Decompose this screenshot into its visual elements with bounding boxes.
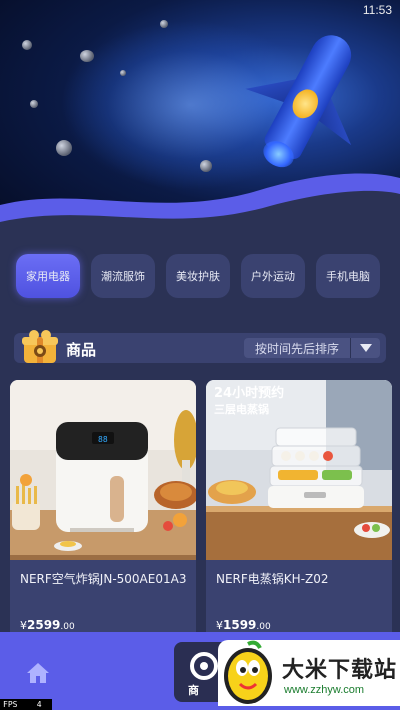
section-header: 商品 按时间先后排序: [14, 330, 386, 363]
air-fryer-image: 88: [10, 380, 196, 560]
asteroid: [22, 40, 32, 50]
watermark: 大米下载站 www.zzhyw.com: [218, 640, 400, 706]
price-integer: 2599: [27, 618, 61, 632]
svg-text:88: 88: [98, 435, 108, 444]
nav-center-label: 商: [188, 683, 199, 697]
fps-counter: FPS 4: [0, 699, 52, 710]
fps-label: FPS: [3, 700, 18, 709]
rice-logo-icon: [224, 640, 272, 704]
product-grid: 88 NERF空气炸锅JN-500AE01A3 ¥2599.00 24小时预约 …: [10, 380, 392, 640]
steamer-image: 24小时预约 三层电蒸锅: [206, 380, 392, 560]
product-card[interactable]: 88 NERF空气炸锅JN-500AE01A3 ¥2599.00: [10, 380, 196, 640]
price-decimal: .00: [256, 622, 271, 632]
section-title: 商品: [66, 341, 97, 359]
asteroid: [120, 70, 126, 76]
image-headline-1: 24小时预约: [214, 385, 284, 401]
status-time: 11:53: [362, 3, 392, 17]
watermark-url: www.zzhyw.com: [284, 684, 365, 696]
tab-beauty[interactable]: 美妆护肤: [166, 254, 230, 298]
product-name: NERF电蒸锅KH-Z02: [216, 572, 329, 586]
price-decimal: .00: [60, 622, 75, 632]
tab-outdoor[interactable]: 户外运动: [241, 254, 305, 298]
price-symbol: ¥: [216, 619, 223, 632]
product-card[interactable]: 24小时预约 三层电蒸锅 NERF电蒸锅KH-Z02 ¥1599.00: [206, 380, 392, 640]
image-headline-2: 三层电蒸锅: [214, 402, 269, 416]
price-integer: 1599: [223, 618, 257, 632]
gift-box-icon: [22, 330, 58, 363]
tab-electronics[interactable]: 手机电脑: [316, 254, 380, 298]
product-price: ¥1599.00: [216, 618, 271, 632]
watermark-title: 大米下载站: [282, 658, 398, 683]
fps-value: 4: [36, 700, 42, 709]
product-name: NERF空气炸锅JN-500AE01A3: [20, 572, 187, 586]
hero-wave: [0, 173, 400, 240]
price-symbol: ¥: [20, 619, 27, 632]
sort-toggle-button[interactable]: [350, 338, 380, 358]
tab-home-appliances[interactable]: 家用电器: [16, 254, 80, 298]
status-bar: 11:53: [0, 0, 400, 22]
sort-dropdown[interactable]: 按时间先后排序: [244, 338, 350, 358]
tab-fashion[interactable]: 潮流服饰: [91, 254, 155, 298]
hero-banner: [0, 0, 400, 240]
caret-down-icon: [359, 344, 372, 352]
asteroid: [30, 100, 38, 108]
home-icon[interactable]: [26, 662, 50, 684]
category-tabs: 家用电器 潮流服饰 美妆护肤 户外运动 手机电脑: [16, 254, 384, 298]
product-price: ¥2599.00: [20, 618, 75, 632]
asteroid: [80, 50, 94, 62]
